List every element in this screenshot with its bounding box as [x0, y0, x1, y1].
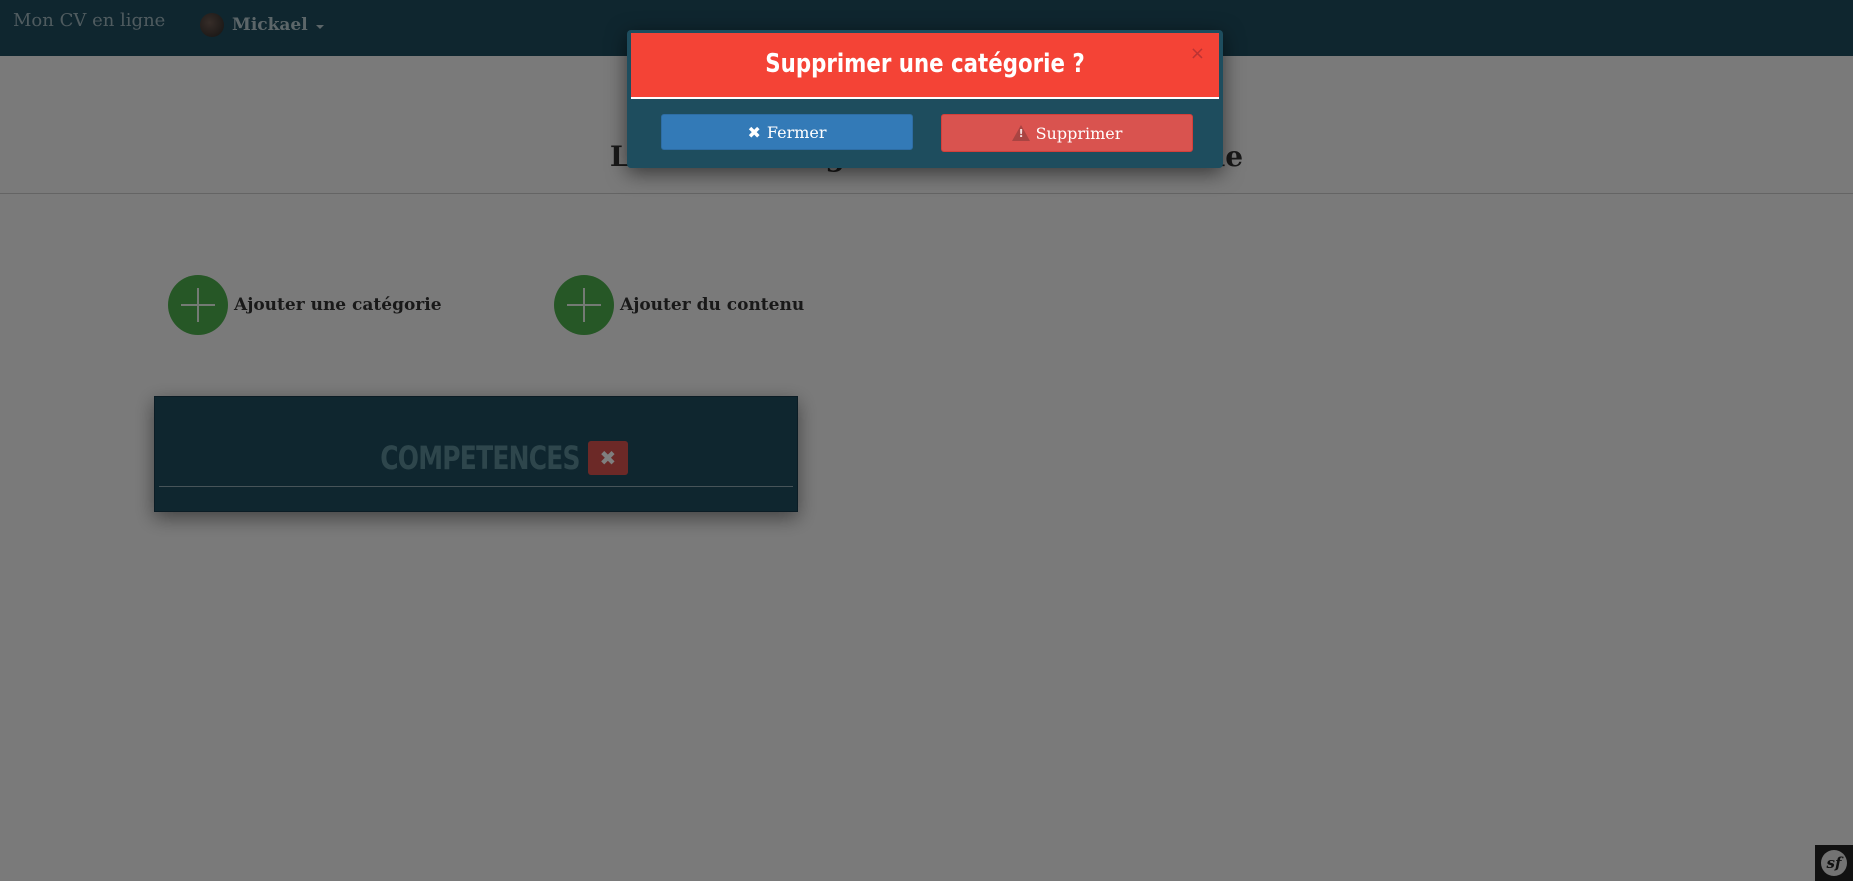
close-icon[interactable]: × — [1190, 43, 1205, 64]
warning-icon: ! — [1011, 125, 1030, 141]
close-button[interactable]: ✖ Fermer — [661, 114, 913, 150]
delete-button[interactable]: ! Supprimer — [941, 114, 1193, 152]
modal-header: Supprimer une catégorie ? × — [631, 33, 1219, 99]
modal-title: Supprimer une catégorie ? — [765, 49, 1085, 79]
close-icon: ✖ — [747, 122, 761, 142]
delete-button-label: Supprimer — [1035, 123, 1123, 143]
close-button-label: Fermer — [766, 122, 827, 142]
delete-category-modal: Supprimer une catégorie ? × ✖ Fermer ! S… — [627, 30, 1223, 168]
